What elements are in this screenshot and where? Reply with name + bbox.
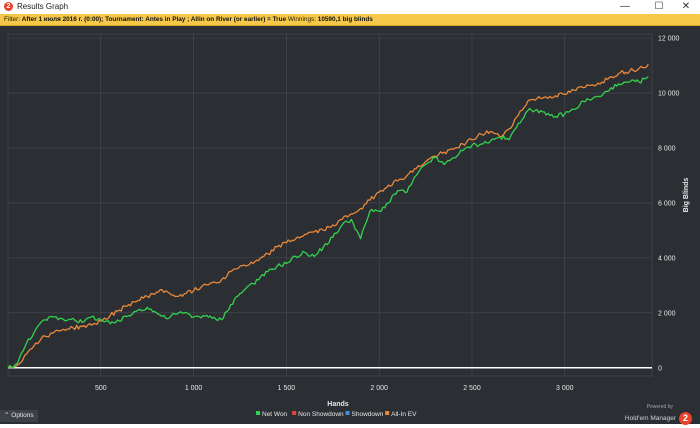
y-tick-label: 6 000: [658, 200, 676, 207]
series-lines: [7, 63, 649, 369]
chevron-up-icon: ⌃: [4, 412, 10, 419]
options-button[interactable]: ⌃ Options: [0, 410, 38, 422]
legend-swatch: [385, 411, 390, 415]
powered-by-text: Powered by: [646, 404, 673, 410]
results-chart[interactable]: 500 1 000 1 500 2 000 2 500 3 000 0 2 000 4 000…: [0, 26, 700, 424]
x-tick-label: 1 000: [185, 385, 203, 392]
filter-criteria: After 1 июля 2016 г. (0:00); Tournament:…: [21, 16, 287, 23]
filter-prefix: Filter:: [4, 16, 22, 23]
legend-label: Showdown: [352, 411, 384, 418]
plot-border: [7, 33, 653, 377]
filter-bar[interactable]: Filter: After 1 июля 2016 г. (0:00); Tou…: [0, 14, 700, 26]
y-axis-ticks: 0 2 000 4 000 6 000 8 000 10 000 12 000: [658, 36, 680, 373]
y-tick-label: 4 000: [658, 255, 676, 262]
hem2-brand-logo-icon: 2: [679, 412, 692, 426]
y-tick-label: 0: [658, 365, 662, 372]
x-tick-label: 1 500: [278, 385, 296, 392]
series-line-net-won: [7, 76, 649, 369]
series-line-all-in-ev: [7, 63, 649, 369]
legend: Net Won Non Showdown Showdown All-In EV: [256, 411, 417, 418]
hem2-logo-icon: 2: [4, 2, 13, 11]
brand-name: Hold'em Manager: [624, 414, 676, 422]
x-axis-ticks: 500 1 000 1 500 2 000 2 500 3 000: [95, 385, 574, 392]
x-tick-label: 500: [95, 385, 107, 392]
x-tick-label: 2 500: [463, 385, 481, 392]
close-icon[interactable]: ✕: [672, 0, 700, 14]
options-label: Options: [11, 412, 34, 419]
legend-swatch: [256, 411, 260, 415]
minimize-icon[interactable]: —: [610, 0, 640, 14]
legend-label: Non Showdown: [298, 411, 344, 418]
winnings-label: Winnings:: [286, 16, 318, 23]
legend-swatch: [345, 411, 350, 415]
y-axis-label: Big Blinds: [683, 178, 690, 213]
title-bar: 2 Results Graph — ☐ ✕: [0, 0, 700, 14]
winnings-value: 10590,1 big blinds: [317, 16, 373, 23]
legend-swatch: [292, 411, 297, 415]
legend-label: Net Won: [262, 411, 288, 418]
brand: Powered by Hold'em Manager 2: [625, 404, 692, 428]
grid-lines: [7, 33, 653, 377]
x-tick-label: 3 000: [556, 385, 574, 392]
y-tick-label: 12 000: [658, 36, 680, 43]
results-graph[interactable]: 500 1 000 1 500 2 000 2 500 3 000 0 2 000 4 000…: [0, 26, 700, 426]
y-tick-label: 8 000: [658, 146, 676, 153]
maximize-icon[interactable]: ☐: [644, 0, 674, 14]
x-axis-label: Hands: [327, 401, 349, 408]
y-tick-label: 2 000: [658, 310, 676, 317]
window-title: Results Graph: [17, 2, 69, 11]
legend-label: All-In EV: [391, 411, 417, 418]
y-tick-label: 10 000: [658, 91, 680, 98]
x-tick-label: 2 000: [370, 385, 388, 392]
